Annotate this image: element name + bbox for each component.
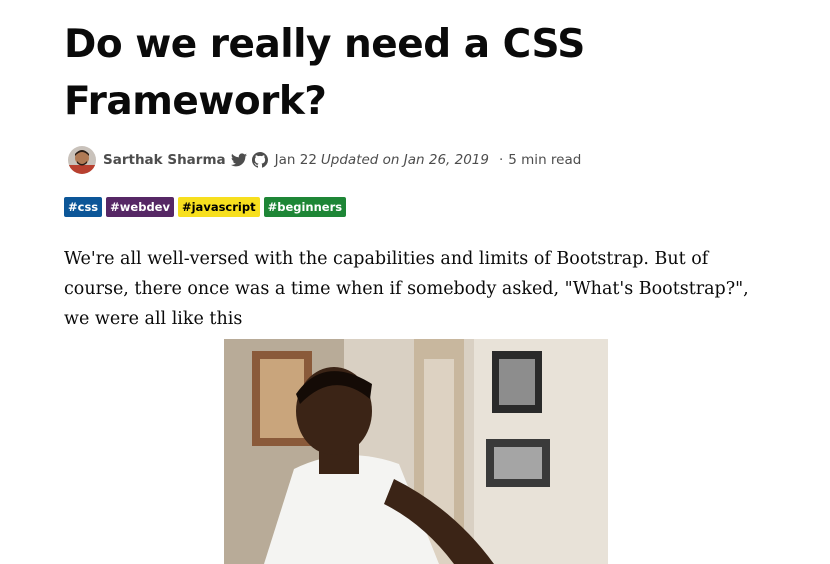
article-paragraph: We're all well-versed with the capabilit…: [64, 249, 749, 329]
tag-webdev[interactable]: #webdev: [106, 197, 174, 217]
updated-date: Updated on Jan 26, 2019: [320, 152, 489, 168]
author-name[interactable]: Sarthak Sharma: [103, 152, 226, 168]
meta-separator: ·: [498, 152, 504, 168]
article-gif-image: [224, 339, 608, 564]
article-meta: Sarthak Sharma Jan 22 Updated on Jan 26,…: [68, 145, 581, 175]
tag-javascript[interactable]: #javascript: [177, 197, 260, 217]
author-avatar[interactable]: [68, 146, 96, 174]
publish-date: Jan 22: [274, 152, 317, 168]
tag-css[interactable]: #css: [64, 197, 103, 217]
tag-beginners[interactable]: #beginners: [263, 197, 347, 217]
tag-list: #css #webdev #javascript #beginners: [64, 197, 347, 217]
read-time: 5 min read: [508, 152, 582, 168]
twitter-icon[interactable]: [230, 153, 247, 167]
github-icon[interactable]: [251, 152, 268, 168]
article-title: Do we really need a CSS Framework?: [64, 22, 585, 124]
